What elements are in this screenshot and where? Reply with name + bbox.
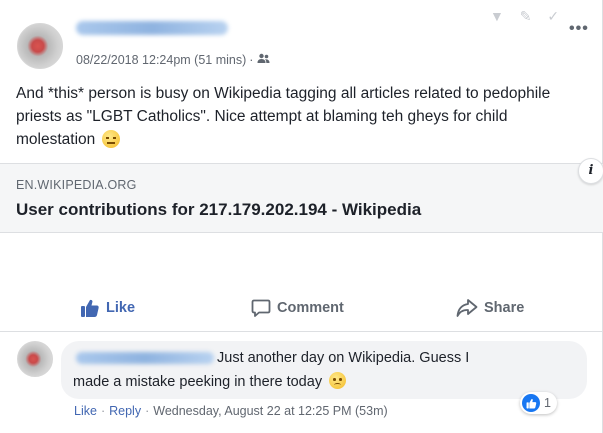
info-icon[interactable]: i — [578, 158, 603, 184]
meta-separator: · — [249, 53, 254, 67]
comment-label: Comment — [277, 300, 344, 316]
comment-button[interactable]: Comment — [251, 298, 344, 318]
like-label: Like — [106, 300, 136, 316]
more-options-button[interactable]: ••• — [569, 20, 589, 38]
link-domain: EN.WIKIPEDIA.ORG — [16, 178, 137, 192]
comment-timestamp[interactable]: Wednesday, August 22 at 12:25 PM (53m) — [153, 404, 387, 418]
commenter-avatar[interactable] — [17, 341, 53, 377]
thumbs-up-icon — [81, 299, 99, 317]
post-actions-bar: Like Comment Share — [0, 290, 603, 326]
commenter-name-redacted[interactable] — [76, 352, 214, 364]
author-name-redacted[interactable] — [76, 21, 228, 35]
friends-icon[interactable] — [257, 53, 270, 67]
comment-text-line2: made a mistake peeking in there today — [73, 372, 347, 390]
comment-text-line2-body: made a mistake peeking in there today — [73, 374, 323, 390]
comment-reaction-badge[interactable]: 1 — [520, 392, 557, 414]
post-timestamp[interactable]: 08/22/2018 12:24pm (51 mins) — [76, 53, 246, 67]
like-button[interactable]: Like — [80, 298, 135, 318]
share-button[interactable]: Share — [456, 298, 524, 318]
slightly-frowning-face-icon — [329, 372, 347, 389]
comment-meta-dot: · — [100, 404, 106, 418]
post-text-body: And *this* person is busy on Wikipedia t… — [16, 85, 551, 148]
share-label: Share — [484, 300, 525, 316]
facebook-post: ▼ ✎ ✓ ••• 08/22/2018 12:24pm (51 mins) ·… — [0, 0, 603, 433]
post-meta: 08/22/2018 12:24pm (51 mins) · — [76, 53, 270, 67]
link-title[interactable]: User contributions for 217.179.202.194 -… — [16, 200, 421, 220]
comment-meta: Like · Reply · Wednesday, August 22 at 1… — [74, 404, 388, 418]
comment-icon — [251, 299, 271, 317]
expressionless-face-icon — [101, 130, 120, 148]
link-preview-card[interactable]: EN.WIKIPEDIA.ORG User contributions for … — [0, 163, 603, 233]
comment-meta-dot: · — [145, 404, 150, 418]
actions-divider — [0, 331, 603, 332]
share-icon — [456, 299, 478, 317]
author-avatar[interactable] — [17, 23, 63, 69]
faded-top-icons: ▼ ✎ ✓ — [490, 8, 566, 24]
comment-reply-link[interactable]: Reply — [109, 404, 141, 418]
comment-like-link[interactable]: Like — [74, 404, 97, 418]
post-text: And *this* person is busy on Wikipedia t… — [16, 82, 586, 151]
like-reaction-icon — [522, 394, 540, 412]
reaction-count: 1 — [544, 396, 551, 410]
comment-text-line1: Just another day on Wikipedia. Guess I — [217, 350, 470, 366]
